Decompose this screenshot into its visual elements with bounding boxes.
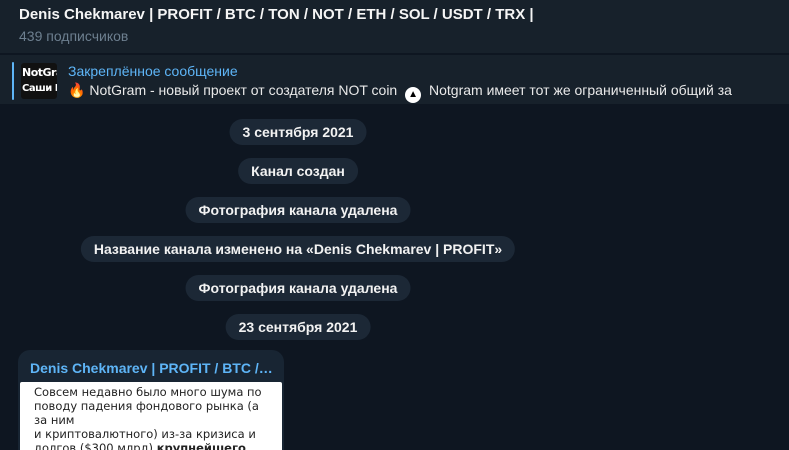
post-image-bold-text: крупнейшего — [156, 441, 246, 450]
service-message-photo-removed: Фотография канала удалена — [185, 275, 411, 301]
date-separator: 23 сентября 2021 — [225, 314, 371, 340]
post-image-text: Совсем недавно было много шума по поводу… — [34, 385, 274, 450]
pinned-thumb-text-1: NotGra — [22, 66, 57, 79]
post-image-line-part: долгов ($300 млрд) — [34, 441, 157, 450]
pinned-preview-text: 🔥 NotGram - новый проект от создателя NO… — [68, 82, 732, 103]
triangle-logo-icon: ▲ — [405, 87, 422, 103]
service-message-channel-created: Канал создан — [238, 158, 358, 184]
post-image-line: Совсем недавно было много шума по — [34, 385, 262, 399]
pinned-text-part2: Notgram имеет тот же ограниченный общий … — [425, 82, 732, 98]
channel-header[interactable]: Denis Chekmarev | PROFIT / BTC / TON / N… — [0, 0, 789, 53]
subscriber-count: 439 подписчиков — [19, 28, 129, 44]
channel-post[interactable]: Denis Chekmarev | PROFIT / BTC /… Совсем… — [18, 350, 284, 450]
post-author[interactable]: Denis Chekmarev | PROFIT / BTC /… — [30, 360, 273, 376]
channel-title[interactable]: Denis Chekmarev | PROFIT / BTC / TON / N… — [19, 6, 534, 23]
fire-icon: 🔥 — [68, 82, 86, 98]
pinned-indicator — [12, 62, 14, 100]
post-image-line: долгов ($300 млрд) крупнейшего — [34, 441, 274, 450]
post-image-line: поводу падения фондового рынка (а за ним — [34, 399, 259, 427]
pinned-thumb-text-2: Саши Ni — [22, 83, 57, 94]
pinned-label: Закреплённое сообщение — [68, 63, 238, 79]
pinned-message-bar[interactable]: NotGra Саши Ni Закреплённое сообщение 🔥 … — [0, 55, 789, 104]
pinned-text-part1: NotGram - новый проект от создателя NOT … — [85, 82, 402, 98]
date-separator: 3 сентября 2021 — [229, 119, 367, 145]
service-message-title-changed: Название канала изменено на «Denis Chekm… — [80, 236, 516, 262]
pinned-thumbnail: NotGra Саши Ni — [21, 63, 57, 99]
post-image-line: и криптовалютного) из-за кризиса и — [34, 427, 256, 441]
service-message-photo-removed: Фотография канала удалена — [185, 197, 411, 223]
